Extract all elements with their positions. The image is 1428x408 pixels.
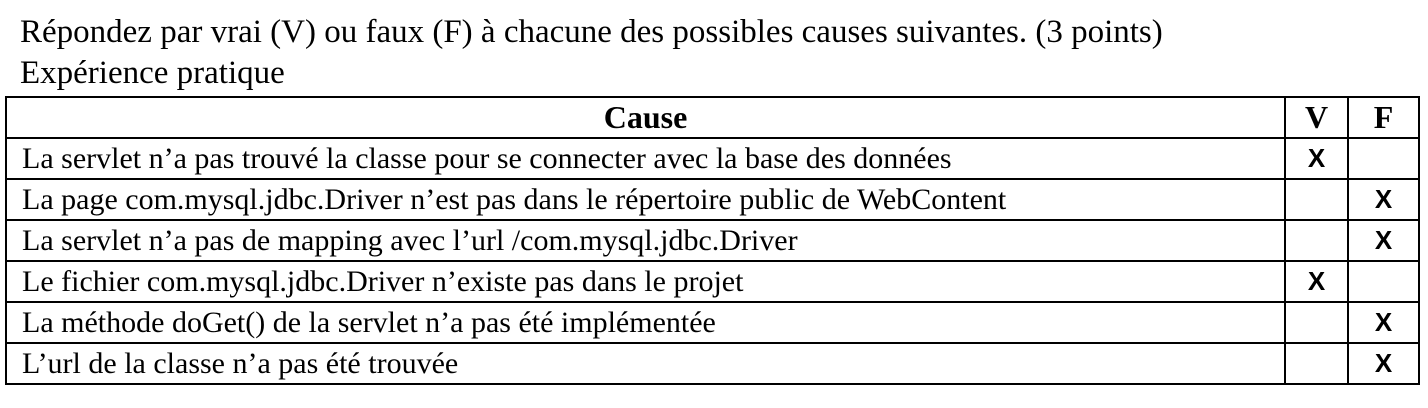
cause-cell: La page com.mysql.jdbc.Driver n’est pas … bbox=[5, 178, 1286, 221]
f-mark-cell: X bbox=[1347, 342, 1420, 385]
v-mark-cell bbox=[1284, 178, 1349, 221]
cause-cell: Le fichier com.mysql.jdbc.Driver n’exist… bbox=[5, 260, 1286, 303]
f-mark-cell: X bbox=[1347, 178, 1420, 221]
v-mark-cell bbox=[1284, 219, 1349, 262]
table-row: La page com.mysql.jdbc.Driver n’est pas … bbox=[5, 178, 1420, 221]
header-v: V bbox=[1284, 96, 1349, 139]
v-mark-cell bbox=[1284, 342, 1349, 385]
cause-cell: La méthode doGet() de la servlet n’a pas… bbox=[5, 301, 1286, 344]
f-mark-cell bbox=[1347, 260, 1420, 303]
header-f: F bbox=[1347, 96, 1420, 139]
f-mark-cell bbox=[1347, 137, 1420, 180]
cause-cell: La servlet n’a pas de mapping avec l’url… bbox=[5, 219, 1286, 262]
table-row: La servlet n’a pas trouvé la classe pour… bbox=[5, 137, 1420, 180]
section-subtitle: Expérience pratique bbox=[20, 55, 285, 91]
v-mark-cell: X bbox=[1284, 260, 1349, 303]
cause-cell: La servlet n’a pas trouvé la classe pour… bbox=[5, 137, 1286, 180]
v-mark-cell: X bbox=[1284, 137, 1349, 180]
table-row: Le fichier com.mysql.jdbc.Driver n’exist… bbox=[5, 260, 1420, 303]
causes-table: Cause V F La servlet n’a pas trouvé la c… bbox=[5, 96, 1420, 385]
table-row: La méthode doGet() de la servlet n’a pas… bbox=[5, 301, 1420, 344]
f-mark-cell: X bbox=[1347, 219, 1420, 262]
cause-cell: L’url de la classe n’a pas été trouvée bbox=[5, 342, 1286, 385]
table-row: La servlet n’a pas de mapping avec l’url… bbox=[5, 219, 1420, 262]
question-text: Répondez par vrai (V) ou faux (F) à chac… bbox=[20, 14, 1163, 50]
table-row: L’url de la classe n’a pas été trouvée X bbox=[5, 342, 1420, 385]
v-mark-cell bbox=[1284, 301, 1349, 344]
header-cause: Cause bbox=[5, 96, 1286, 139]
table-header-row: Cause V F bbox=[5, 96, 1420, 139]
f-mark-cell: X bbox=[1347, 301, 1420, 344]
